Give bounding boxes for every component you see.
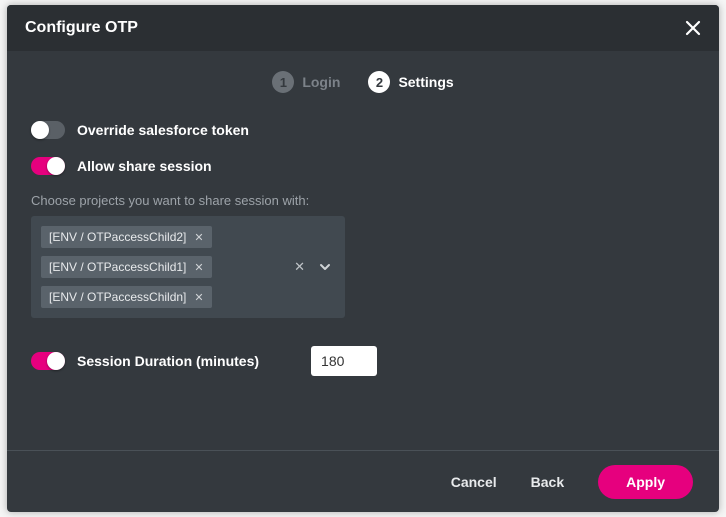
step-number: 2 xyxy=(368,71,390,93)
modal-body: 1 Login 2 Settings Override salesforce t… xyxy=(7,51,719,450)
step-number: 1 xyxy=(272,71,294,93)
configure-otp-modal: Configure OTP 1 Login 2 Settings Overrid… xyxy=(7,5,719,512)
modal-footer: Cancel Back Apply xyxy=(7,450,719,512)
projects-multiselect[interactable]: [ENV / OTPaccessChild2] ✕ [ENV / OTPacce… xyxy=(31,216,345,318)
selected-projects: [ENV / OTPaccessChild2] ✕ [ENV / OTPacce… xyxy=(41,226,294,308)
step-settings[interactable]: 2 Settings xyxy=(368,71,453,93)
chip-remove-icon[interactable]: ✕ xyxy=(194,231,203,244)
modal-header: Configure OTP xyxy=(7,5,719,51)
allow-share-session-toggle[interactable] xyxy=(31,157,65,175)
projects-label: Choose projects you want to share sessio… xyxy=(31,193,695,208)
modal-title: Configure OTP xyxy=(25,19,138,37)
session-duration-input[interactable] xyxy=(311,346,377,376)
chip-label: [ENV / OTPaccessChildn] xyxy=(49,290,186,304)
step-label: Login xyxy=(302,74,340,90)
override-salesforce-row: Override salesforce token xyxy=(31,121,695,139)
project-chip: [ENV / OTPaccessChildn] ✕ xyxy=(41,286,212,308)
apply-button[interactable]: Apply xyxy=(598,465,693,499)
wizard-steps: 1 Login 2 Settings xyxy=(31,71,695,93)
toggle-label: Session Duration (minutes) xyxy=(77,353,259,369)
step-label: Settings xyxy=(398,74,453,90)
project-chip: [ENV / OTPaccessChild2] ✕ xyxy=(41,226,212,248)
toggle-label: Allow share session xyxy=(77,158,212,174)
chip-remove-icon[interactable]: ✕ xyxy=(194,291,203,304)
project-chip: [ENV / OTPaccessChild1] ✕ xyxy=(41,256,212,278)
close-icon xyxy=(684,19,702,37)
chevron-down-icon[interactable] xyxy=(319,261,331,273)
chip-remove-icon[interactable]: ✕ xyxy=(194,261,203,274)
session-duration-toggle[interactable] xyxy=(31,352,65,370)
cancel-button[interactable]: Cancel xyxy=(451,474,497,490)
toggle-label: Override salesforce token xyxy=(77,122,249,138)
chip-label: [ENV / OTPaccessChild2] xyxy=(49,230,186,244)
close-button[interactable] xyxy=(681,16,705,40)
back-button[interactable]: Back xyxy=(531,474,564,490)
clear-all-icon[interactable]: ✕ xyxy=(294,259,305,275)
override-salesforce-toggle[interactable] xyxy=(31,121,65,139)
chip-label: [ENV / OTPaccessChild1] xyxy=(49,260,186,274)
session-duration-row: Session Duration (minutes) xyxy=(31,346,695,376)
allow-share-session-row: Allow share session xyxy=(31,157,695,175)
multiselect-controls: ✕ xyxy=(294,259,335,275)
step-login[interactable]: 1 Login xyxy=(272,71,340,93)
